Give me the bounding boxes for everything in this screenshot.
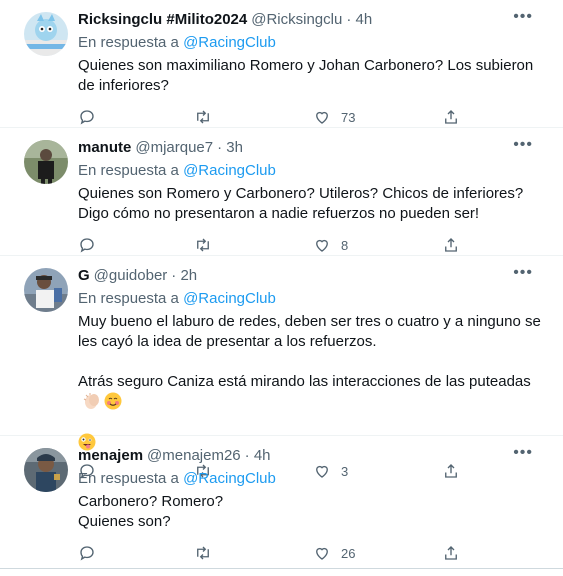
- reply-feed: Ricksingclu #Milito2024 @Ricksingclu · 4…: [0, 0, 563, 569]
- tweet-actions: 26: [78, 532, 549, 576]
- clapping-hands-emoji-icon: [83, 393, 99, 409]
- reply-button[interactable]: [78, 544, 96, 562]
- handle[interactable]: @menajem26: [147, 446, 241, 466]
- like-icon: [316, 547, 328, 560]
- retweet-button[interactable]: [194, 108, 212, 126]
- like-icon: [316, 239, 328, 252]
- like-count: 26: [341, 545, 356, 561]
- reply-context: En respuesta a @RacingClub: [78, 161, 549, 181]
- reply-mention-link[interactable]: @RacingClub: [183, 34, 276, 51]
- like-icon: [316, 111, 328, 124]
- reply-context: En respuesta a @RacingClub: [78, 289, 549, 309]
- display-name[interactable]: Ricksingclu #Milito2024: [78, 10, 247, 30]
- timestamp[interactable]: · 3h: [217, 138, 243, 158]
- timestamp[interactable]: · 4h: [245, 446, 271, 466]
- more-icon[interactable]: •••: [513, 137, 533, 153]
- share-icon: [445, 238, 457, 252]
- reply-prefix: En respuesta a: [78, 34, 179, 51]
- avatar[interactable]: [24, 12, 68, 56]
- reply-prefix: En respuesta a: [78, 470, 179, 487]
- tweet-header: menajem @menajem26 · 4h: [78, 446, 549, 466]
- handle[interactable]: @mjarque7: [135, 138, 213, 158]
- more-icon[interactable]: •••: [513, 9, 533, 25]
- more-icon[interactable]: •••: [513, 265, 533, 281]
- tweet-text: Muy bueno el laburo de redes, deben ser …: [78, 313, 541, 350]
- like-count: 8: [341, 237, 349, 253]
- reply-context: En respuesta a @RacingClub: [78, 33, 549, 53]
- tweet-text: Quienes son maximiliano Romero y Johan C…: [78, 57, 534, 94]
- tweet-text: Carbonero? Romero? Quienes son?: [78, 493, 224, 530]
- avatar[interactable]: [24, 140, 68, 184]
- handle[interactable]: @Ricksingclu: [251, 10, 342, 30]
- handle[interactable]: @guidober: [94, 266, 168, 286]
- avatar[interactable]: [24, 448, 68, 492]
- tweet[interactable]: Ricksingclu #Milito2024 @Ricksingclu · 4…: [0, 0, 563, 128]
- like-button[interactable]: 8: [313, 236, 348, 254]
- reply-prefix: En respuesta a: [78, 162, 179, 179]
- reply-prefix: En respuesta a: [78, 290, 179, 307]
- reply-context: En respuesta a @RacingClub: [78, 469, 549, 489]
- display-name[interactable]: manute: [78, 138, 131, 158]
- tweet-text: Quienes son Romero y Carbonero? Utileros…: [78, 185, 524, 222]
- retweet-icon: [197, 546, 209, 560]
- reply-icon: [80, 238, 94, 253]
- display-name[interactable]: menajem: [78, 446, 143, 466]
- like-count: 73: [341, 109, 356, 125]
- timestamp[interactable]: · 2h: [171, 266, 197, 286]
- like-button[interactable]: 26: [313, 544, 355, 562]
- tweet-header: manute @mjarque7 · 3h: [78, 138, 549, 158]
- retweet-icon: [197, 238, 209, 252]
- reply-mention-link[interactable]: @RacingClub: [183, 470, 276, 487]
- tweet[interactable]: G @guidober · 2h ••• En respuesta a @Rac…: [0, 256, 563, 479]
- tweet-header: G @guidober · 2h: [78, 266, 549, 286]
- reply-mention-link[interactable]: @RacingClub: [183, 162, 276, 179]
- reply-button[interactable]: [78, 236, 96, 254]
- share-button[interactable]: [442, 108, 460, 126]
- reply-button[interactable]: [78, 108, 96, 126]
- share-button[interactable]: [442, 236, 460, 254]
- reply-icon: [80, 110, 94, 125]
- tweet-header: Ricksingclu #Milito2024 @Ricksingclu · 4…: [78, 10, 549, 30]
- timestamp[interactable]: · 4h: [346, 10, 372, 30]
- retweet-icon: [197, 110, 209, 124]
- tweet-text-line: Atrás seguro Caniza está mirando las int…: [78, 373, 531, 390]
- reply-icon: [80, 546, 94, 561]
- like-button[interactable]: 73: [313, 108, 355, 126]
- display-name[interactable]: G: [78, 266, 90, 286]
- tweet[interactable]: menajem @menajem26 · 4h ••• En respuesta…: [0, 436, 563, 569]
- reply-mention-link[interactable]: @RacingClub: [183, 290, 276, 307]
- retweet-button[interactable]: [194, 544, 212, 562]
- retweet-button[interactable]: [194, 236, 212, 254]
- more-icon[interactable]: •••: [513, 445, 533, 461]
- smiling-blushing-emoji-icon: [104, 392, 122, 410]
- share-icon: [445, 546, 457, 560]
- share-icon: [445, 110, 457, 124]
- avatar[interactable]: [24, 268, 68, 312]
- share-button[interactable]: [442, 544, 460, 562]
- tweet[interactable]: manute @mjarque7 · 3h ••• En respuesta a…: [0, 128, 563, 256]
